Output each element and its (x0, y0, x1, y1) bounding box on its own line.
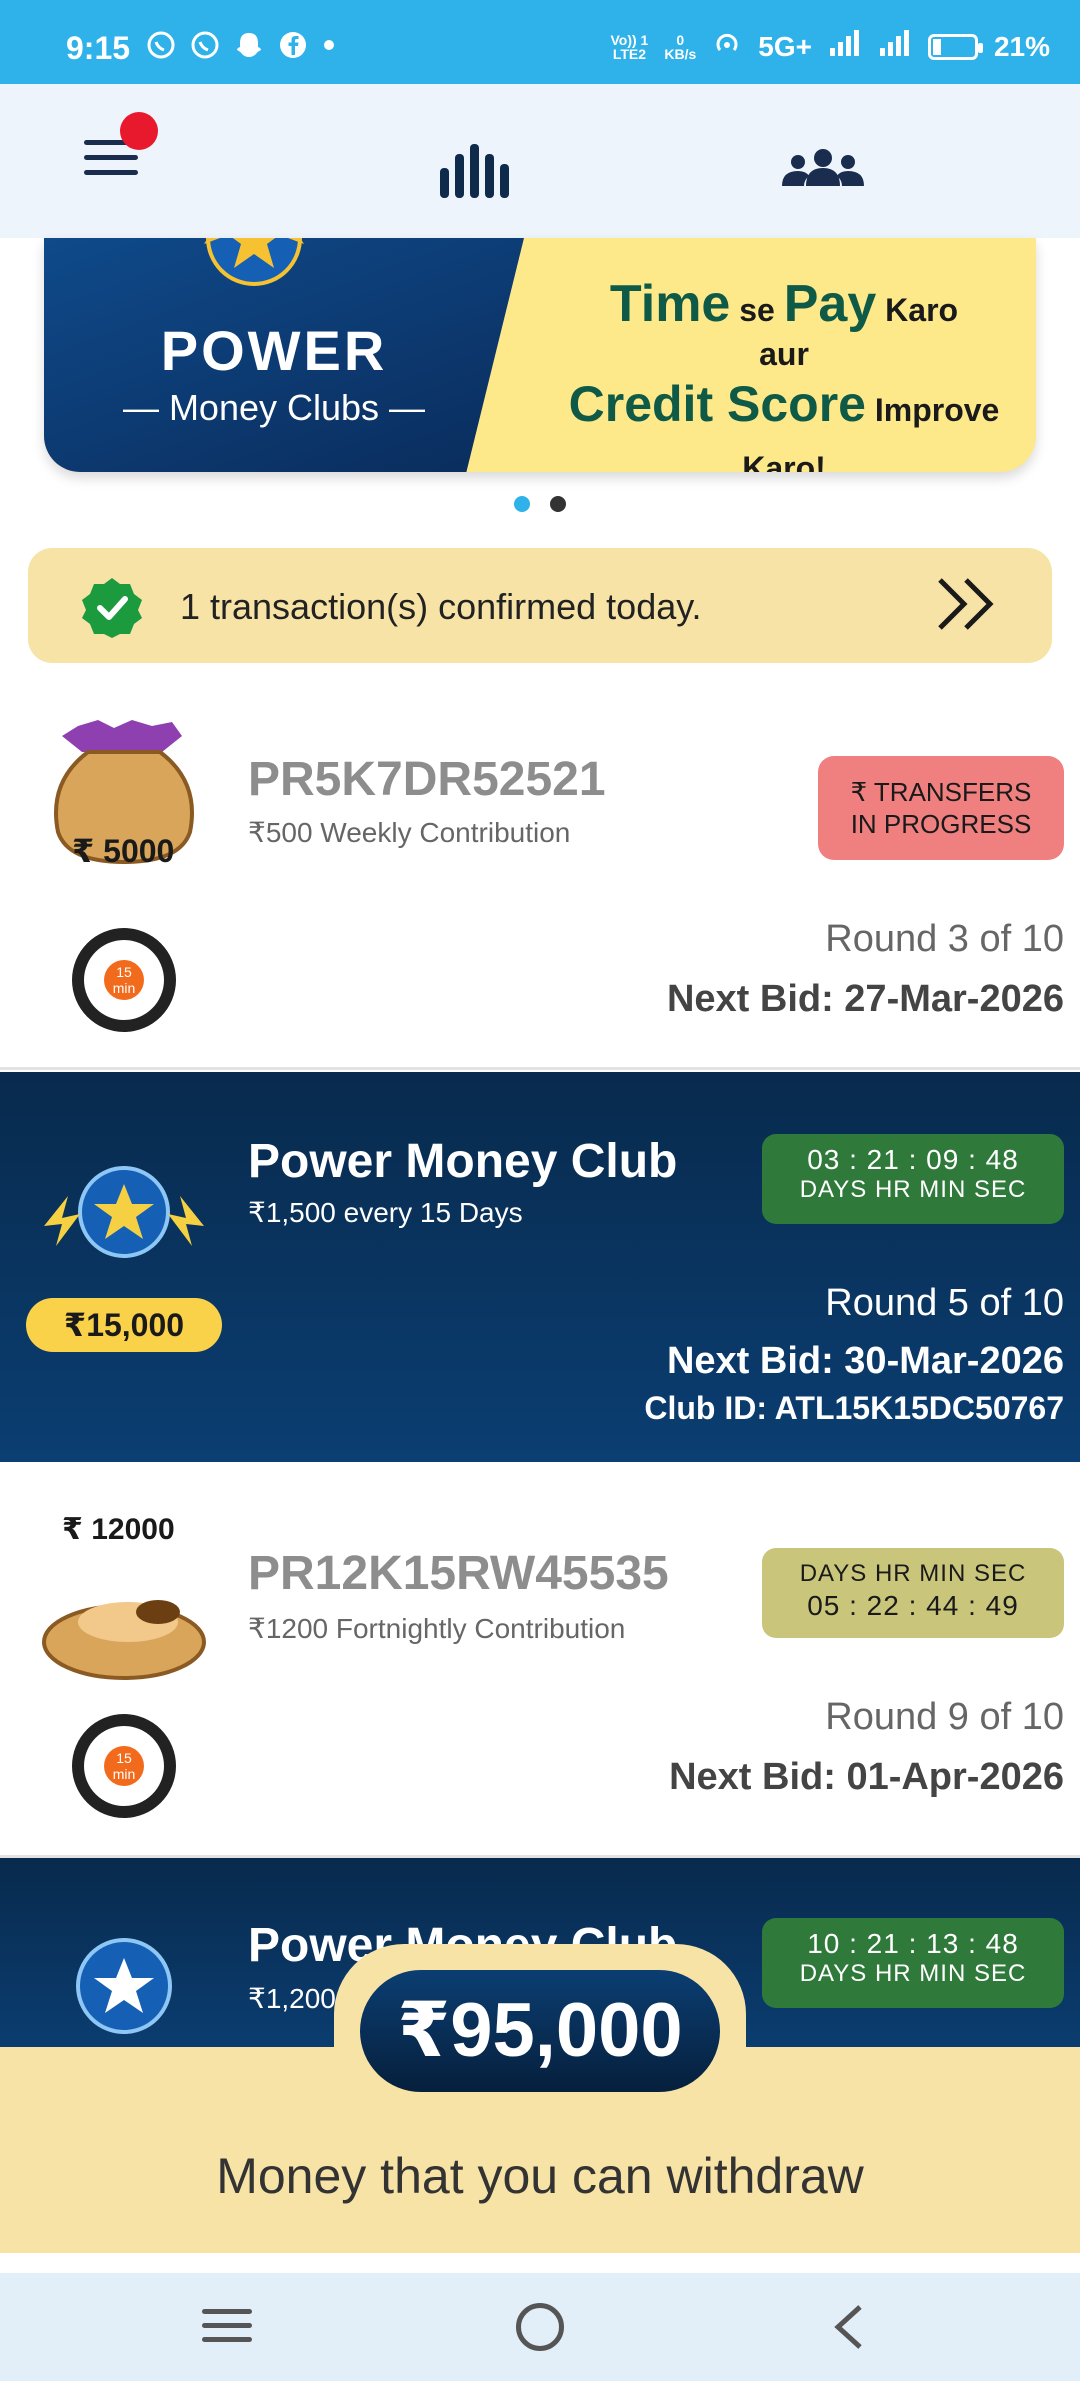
speed-unit: KB/s (664, 45, 697, 62)
carousel-indicator (514, 496, 566, 512)
countdown-value: 10 : 21 : 13 : 48 (807, 1928, 1019, 1959)
verified-check-icon (80, 576, 144, 640)
banner-brand-title: POWER (160, 319, 388, 382)
club-subtitle: ₹1,200 (248, 1983, 336, 2014)
next-bid: Next Bid: 01-Apr-2026 (669, 1756, 1064, 1798)
carousel-dot[interactable] (514, 496, 530, 512)
club-subtitle: ₹1,500 every 15 Days (248, 1197, 523, 1228)
countdown-units: DAYS HR MIN SEC (799, 1176, 1027, 1203)
notification-icons (146, 30, 336, 67)
more-notifications-dot-icon (322, 30, 336, 67)
tagline-pay: Pay (783, 275, 877, 333)
people-group-icon[interactable] (778, 148, 868, 188)
bag-amount: ₹ 12000 (62, 1513, 175, 1546)
tagline-credit-score: Credit Score (568, 376, 866, 432)
star-emblem-icon (72, 1934, 176, 2043)
club-title: Power Money Club (248, 1135, 678, 1188)
countdown-timer: 10 : 21 : 13 : 48 DAYS HR MIN SEC (762, 1918, 1064, 2008)
speed-value: 0 (676, 31, 685, 48)
club-card[interactable]: ₹ 12000 15 min PR12K15RW45535 ₹1200 Fortn… (0, 1464, 1080, 1858)
volte-indicator: Vo)) 1 LTE2 (610, 33, 648, 61)
status-line-2: IN PROGRESS (850, 809, 1032, 839)
battery-level (932, 38, 942, 55)
withdraw-amount[interactable]: ₹95,000 (360, 1970, 720, 2092)
double-chevron-right-icon[interactable] (934, 574, 1002, 634)
stopwatch-minutes: 15 (116, 964, 132, 980)
banner-brand: POWER — Money Clubs — (84, 318, 464, 429)
signal-strength-2-icon (878, 28, 912, 65)
banner-line-1: Time se Pay Karo (544, 274, 1024, 334)
club-title: PR12K15RW45535 (248, 1547, 669, 1600)
countdown-units: DAYS HR MIN SEC (799, 1960, 1027, 1987)
whatsapp-business-icon (190, 30, 220, 67)
stopwatch-icon: 15 min (72, 928, 176, 1032)
system-navigation-bar (0, 2273, 1080, 2381)
status-line-1: ₹ TRANSFERS (850, 777, 1032, 807)
home-circle-icon[interactable] (516, 2303, 564, 2351)
recent-apps-icon[interactable] (202, 2309, 252, 2351)
banner-line-2: aur (759, 336, 809, 372)
bag-amount: ₹ 5000 (72, 833, 175, 869)
hotspot-icon (712, 28, 742, 65)
lte-label: LTE2 (612, 45, 647, 62)
notification-badge (120, 112, 158, 150)
round-info: Round 9 of 10 (825, 1696, 1064, 1738)
app-header (0, 84, 1080, 238)
star-emblem-icon (24, 1166, 224, 1266)
next-bid: Next Bid: 30-Mar-2026 (666, 1340, 1064, 1382)
banner-tagline: Time se Pay Karo aur Credit Score Improv… (544, 274, 1024, 472)
club-title: PR5K7DR52521 (248, 753, 606, 806)
transaction-notice[interactable]: 1 transaction(s) confirmed today. (28, 548, 1052, 663)
club-subtitle: ₹500 Weekly Contribution (248, 817, 571, 848)
stopwatch-minutes: 15 (116, 1750, 132, 1766)
status-time: 9:15 (66, 30, 131, 66)
transfer-status-badge: ₹ TRANSFERS IN PROGRESS (818, 756, 1064, 860)
stopwatch-label: 15 min (104, 1746, 144, 1786)
banner-brand-subtitle: — Money Clubs — (122, 387, 426, 428)
club-card[interactable]: ₹15,000 Power Money Club ₹1,500 every 15… (0, 1072, 1080, 1462)
club-subtitle: ₹1200 Fortnightly Contribution (248, 1613, 626, 1644)
promo-banner[interactable]: POWER — Money Clubs — Time se Pay Karo a… (44, 238, 1036, 472)
star-emblem-icon (184, 238, 324, 298)
snapchat-icon (234, 30, 264, 67)
carousel-dot[interactable] (550, 496, 566, 512)
system-status-bar: 9:15 Vo)) 1 LTE2 0 KB/s 5G+ 21% (0, 0, 1080, 84)
tagline-se: se (730, 292, 784, 328)
countdown-value: 05 : 22 : 44 : 49 (807, 1590, 1019, 1621)
stopwatch-label: 15 min (104, 960, 144, 1000)
banner-line-3: Credit Score Improve Karo! (544, 375, 1024, 472)
battery-icon (927, 33, 983, 60)
tagline-karo: Karo (876, 292, 959, 328)
round-info: Round 5 of 10 (825, 1282, 1064, 1324)
whatsapp-icon (146, 30, 176, 67)
stopwatch-icon: 15 min (72, 1714, 176, 1818)
tagline-time: Time (609, 275, 731, 333)
network-type-label: 5G+ (758, 30, 812, 62)
volte-label: Vo)) 1 (610, 31, 649, 48)
network-speed: 0 KB/s (664, 33, 696, 61)
signal-strength-icon (828, 28, 862, 65)
club-card[interactable]: ₹ 5000 15 min PR5K7DR52521 ₹500 Weekly Co… (0, 690, 1080, 1070)
notice-text: 1 transaction(s) confirmed today. (180, 586, 702, 627)
countdown-value: 03 : 21 : 09 : 48 (807, 1144, 1019, 1175)
round-info: Round 3 of 10 (825, 918, 1064, 960)
back-chevron-icon[interactable] (830, 2303, 870, 2351)
countdown-timer: DAYS HR MIN SEC 05 : 22 : 44 : 49 (762, 1548, 1064, 1638)
empty-money-bag-icon (38, 1572, 210, 1682)
stopwatch-unit: min (112, 980, 136, 996)
leaderboard-bars-icon[interactable] (440, 144, 509, 198)
countdown-units: DAYS HR MIN SEC (799, 1560, 1027, 1587)
club-pool-amount: ₹15,000 (26, 1298, 222, 1352)
countdown-timer: 03 : 21 : 09 : 48 DAYS HR MIN SEC (762, 1134, 1064, 1224)
next-bid: Next Bid: 27-Mar-2026 (666, 978, 1064, 1020)
battery-percent: 21% (993, 30, 1050, 62)
club-id: Club ID: ATL15K15DC50767 (644, 1390, 1064, 1426)
system-indicators: Vo)) 1 LTE2 0 KB/s 5G+ 21% (610, 28, 1050, 65)
stopwatch-unit: min (112, 1766, 136, 1782)
withdraw-label: Money that you can withdraw (216, 2148, 864, 2204)
facebook-icon (278, 30, 308, 67)
